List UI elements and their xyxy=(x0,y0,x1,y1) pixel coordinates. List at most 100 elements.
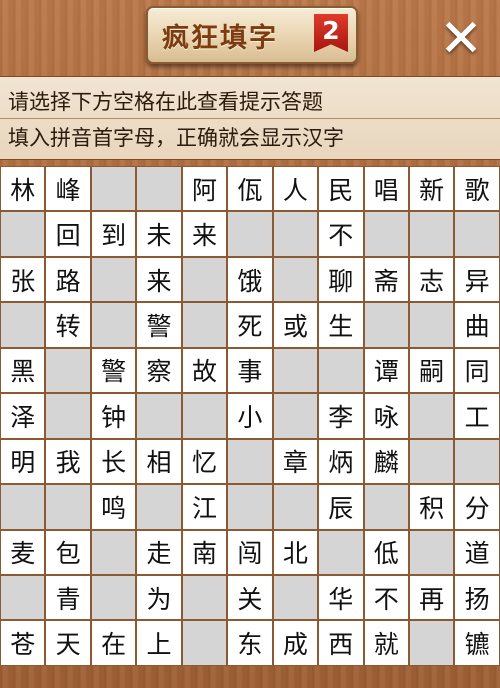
grid-cell-empty[interactable] xyxy=(181,256,228,303)
grid-cell[interactable]: 同 xyxy=(454,347,500,394)
grid-cell[interactable]: 阿 xyxy=(181,166,228,212)
grid-cell[interactable]: 警 xyxy=(90,347,137,394)
grid-cell[interactable]: 西 xyxy=(318,620,364,666)
grid-cell-empty[interactable] xyxy=(136,166,182,212)
grid-cell[interactable]: 嗣 xyxy=(408,347,455,394)
grid-cell[interactable]: 故 xyxy=(181,347,228,394)
grid-cell[interactable]: 东 xyxy=(227,620,273,666)
grid-cell[interactable]: 积 xyxy=(408,484,455,530)
grid-cell-empty[interactable] xyxy=(90,302,137,348)
grid-cell[interactable]: 为 xyxy=(136,574,182,621)
grid-cell-empty[interactable] xyxy=(408,620,455,666)
grid-cell-empty[interactable] xyxy=(136,393,182,439)
grid-cell[interactable]: 南 xyxy=(181,529,228,575)
grid-cell-empty[interactable] xyxy=(408,302,455,348)
grid-cell-empty[interactable] xyxy=(318,529,364,575)
grid-cell[interactable]: 分 xyxy=(454,484,500,530)
grid-cell-empty[interactable] xyxy=(181,393,228,439)
grid-cell[interactable]: 在 xyxy=(90,620,137,666)
grid-cell[interactable]: 麟 xyxy=(363,438,409,485)
grid-cell-empty[interactable] xyxy=(45,393,91,439)
grid-cell[interactable]: 再 xyxy=(408,574,455,621)
grid-cell[interactable]: 黑 xyxy=(0,347,46,394)
grid-cell[interactable]: 章 xyxy=(272,438,319,485)
grid-cell[interactable]: 相 xyxy=(136,438,182,485)
grid-cell-empty[interactable] xyxy=(272,484,319,530)
grid-cell[interactable]: 天 xyxy=(45,620,91,666)
grid-cell[interactable]: 钟 xyxy=(90,393,137,439)
grid-cell[interactable]: 青 xyxy=(45,574,91,621)
grid-cell[interactable]: 麦 xyxy=(0,529,46,575)
grid-cell[interactable]: 或 xyxy=(272,302,319,348)
grid-cell-empty[interactable] xyxy=(90,574,137,621)
grid-cell[interactable]: 峰 xyxy=(45,166,91,212)
grid-cell[interactable]: 唱 xyxy=(363,166,409,212)
grid-cell[interactable]: 镳 xyxy=(454,620,500,666)
grid-cell[interactable]: 路 xyxy=(45,256,91,303)
grid-cell[interactable]: 民 xyxy=(318,166,364,212)
grid-cell[interactable]: 包 xyxy=(45,529,91,575)
grid-cell[interactable]: 人 xyxy=(272,166,319,212)
grid-cell-empty[interactable] xyxy=(272,256,319,303)
grid-cell[interactable]: 谭 xyxy=(363,347,409,394)
grid-cell[interactable]: 工 xyxy=(454,393,500,439)
grid-cell[interactable]: 苍 xyxy=(0,620,46,666)
grid-cell-empty[interactable] xyxy=(181,302,228,348)
grid-cell[interactable]: 华 xyxy=(318,574,364,621)
grid-cell-empty[interactable] xyxy=(408,211,455,257)
grid-cell[interactable]: 上 xyxy=(136,620,182,666)
close-button[interactable]: ✕ xyxy=(436,13,486,65)
grid-cell[interactable]: 咏 xyxy=(363,393,409,439)
grid-cell-empty[interactable] xyxy=(0,302,46,348)
grid-cell-empty[interactable] xyxy=(181,620,228,666)
grid-cell[interactable]: 就 xyxy=(363,620,409,666)
grid-cell[interactable]: 张 xyxy=(0,256,46,303)
grid-cell[interactable]: 我 xyxy=(45,438,91,485)
grid-cell[interactable]: 警 xyxy=(136,302,182,348)
grid-cell[interactable]: 林 xyxy=(0,166,46,212)
grid-cell-empty[interactable] xyxy=(181,574,228,621)
grid-cell[interactable]: 生 xyxy=(318,302,364,348)
grid-cell[interactable]: 走 xyxy=(136,529,182,575)
grid-cell[interactable]: 察 xyxy=(136,347,182,394)
grid-cell[interactable]: 不 xyxy=(318,211,364,257)
grid-cell[interactable]: 不 xyxy=(363,574,409,621)
grid-cell[interactable]: 到 xyxy=(90,211,137,257)
grid-cell[interactable]: 曲 xyxy=(454,302,500,348)
grid-cell[interactable]: 成 xyxy=(272,620,319,666)
grid-cell[interactable]: 关 xyxy=(227,574,273,621)
grid-cell[interactable]: 江 xyxy=(181,484,228,530)
grid-cell-empty[interactable] xyxy=(0,574,46,621)
grid-cell[interactable]: 来 xyxy=(136,256,182,303)
grid-cell[interactable]: 李 xyxy=(318,393,364,439)
grid-cell-empty[interactable] xyxy=(363,211,409,257)
grid-cell[interactable]: 泽 xyxy=(0,393,46,439)
grid-cell[interactable]: 回 xyxy=(45,211,91,257)
grid-cell[interactable]: 事 xyxy=(227,347,273,394)
grid-cell[interactable]: 歌 xyxy=(454,166,500,212)
grid-cell-empty[interactable] xyxy=(408,438,455,485)
grid-cell[interactable]: 长 xyxy=(90,438,137,485)
grid-cell-empty[interactable] xyxy=(90,529,137,575)
grid-cell[interactable]: 小 xyxy=(227,393,273,439)
grid-cell[interactable]: 异 xyxy=(454,256,500,303)
grid-cell-empty[interactable] xyxy=(408,529,455,575)
grid-cell-empty[interactable] xyxy=(454,211,500,257)
grid-cell[interactable]: 低 xyxy=(363,529,409,575)
grid-cell-empty[interactable] xyxy=(272,574,319,621)
grid-cell[interactable]: 扬 xyxy=(454,574,500,621)
grid-cell[interactable]: 北 xyxy=(272,529,319,575)
grid-cell[interactable]: 明 xyxy=(0,438,46,485)
grid-cell[interactable]: 道 xyxy=(454,529,500,575)
grid-cell-empty[interactable] xyxy=(272,393,319,439)
grid-cell[interactable]: 斋 xyxy=(363,256,409,303)
grid-cell[interactable]: 饿 xyxy=(227,256,273,303)
grid-cell-empty[interactable] xyxy=(227,211,273,257)
grid-cell[interactable]: 志 xyxy=(408,256,455,303)
grid-cell-empty[interactable] xyxy=(136,484,182,530)
grid-cell[interactable]: 忆 xyxy=(181,438,228,485)
grid-cell-empty[interactable] xyxy=(454,438,500,485)
grid-cell[interactable]: 死 xyxy=(227,302,273,348)
grid-cell[interactable]: 聊 xyxy=(318,256,364,303)
grid-cell[interactable]: 转 xyxy=(45,302,91,348)
